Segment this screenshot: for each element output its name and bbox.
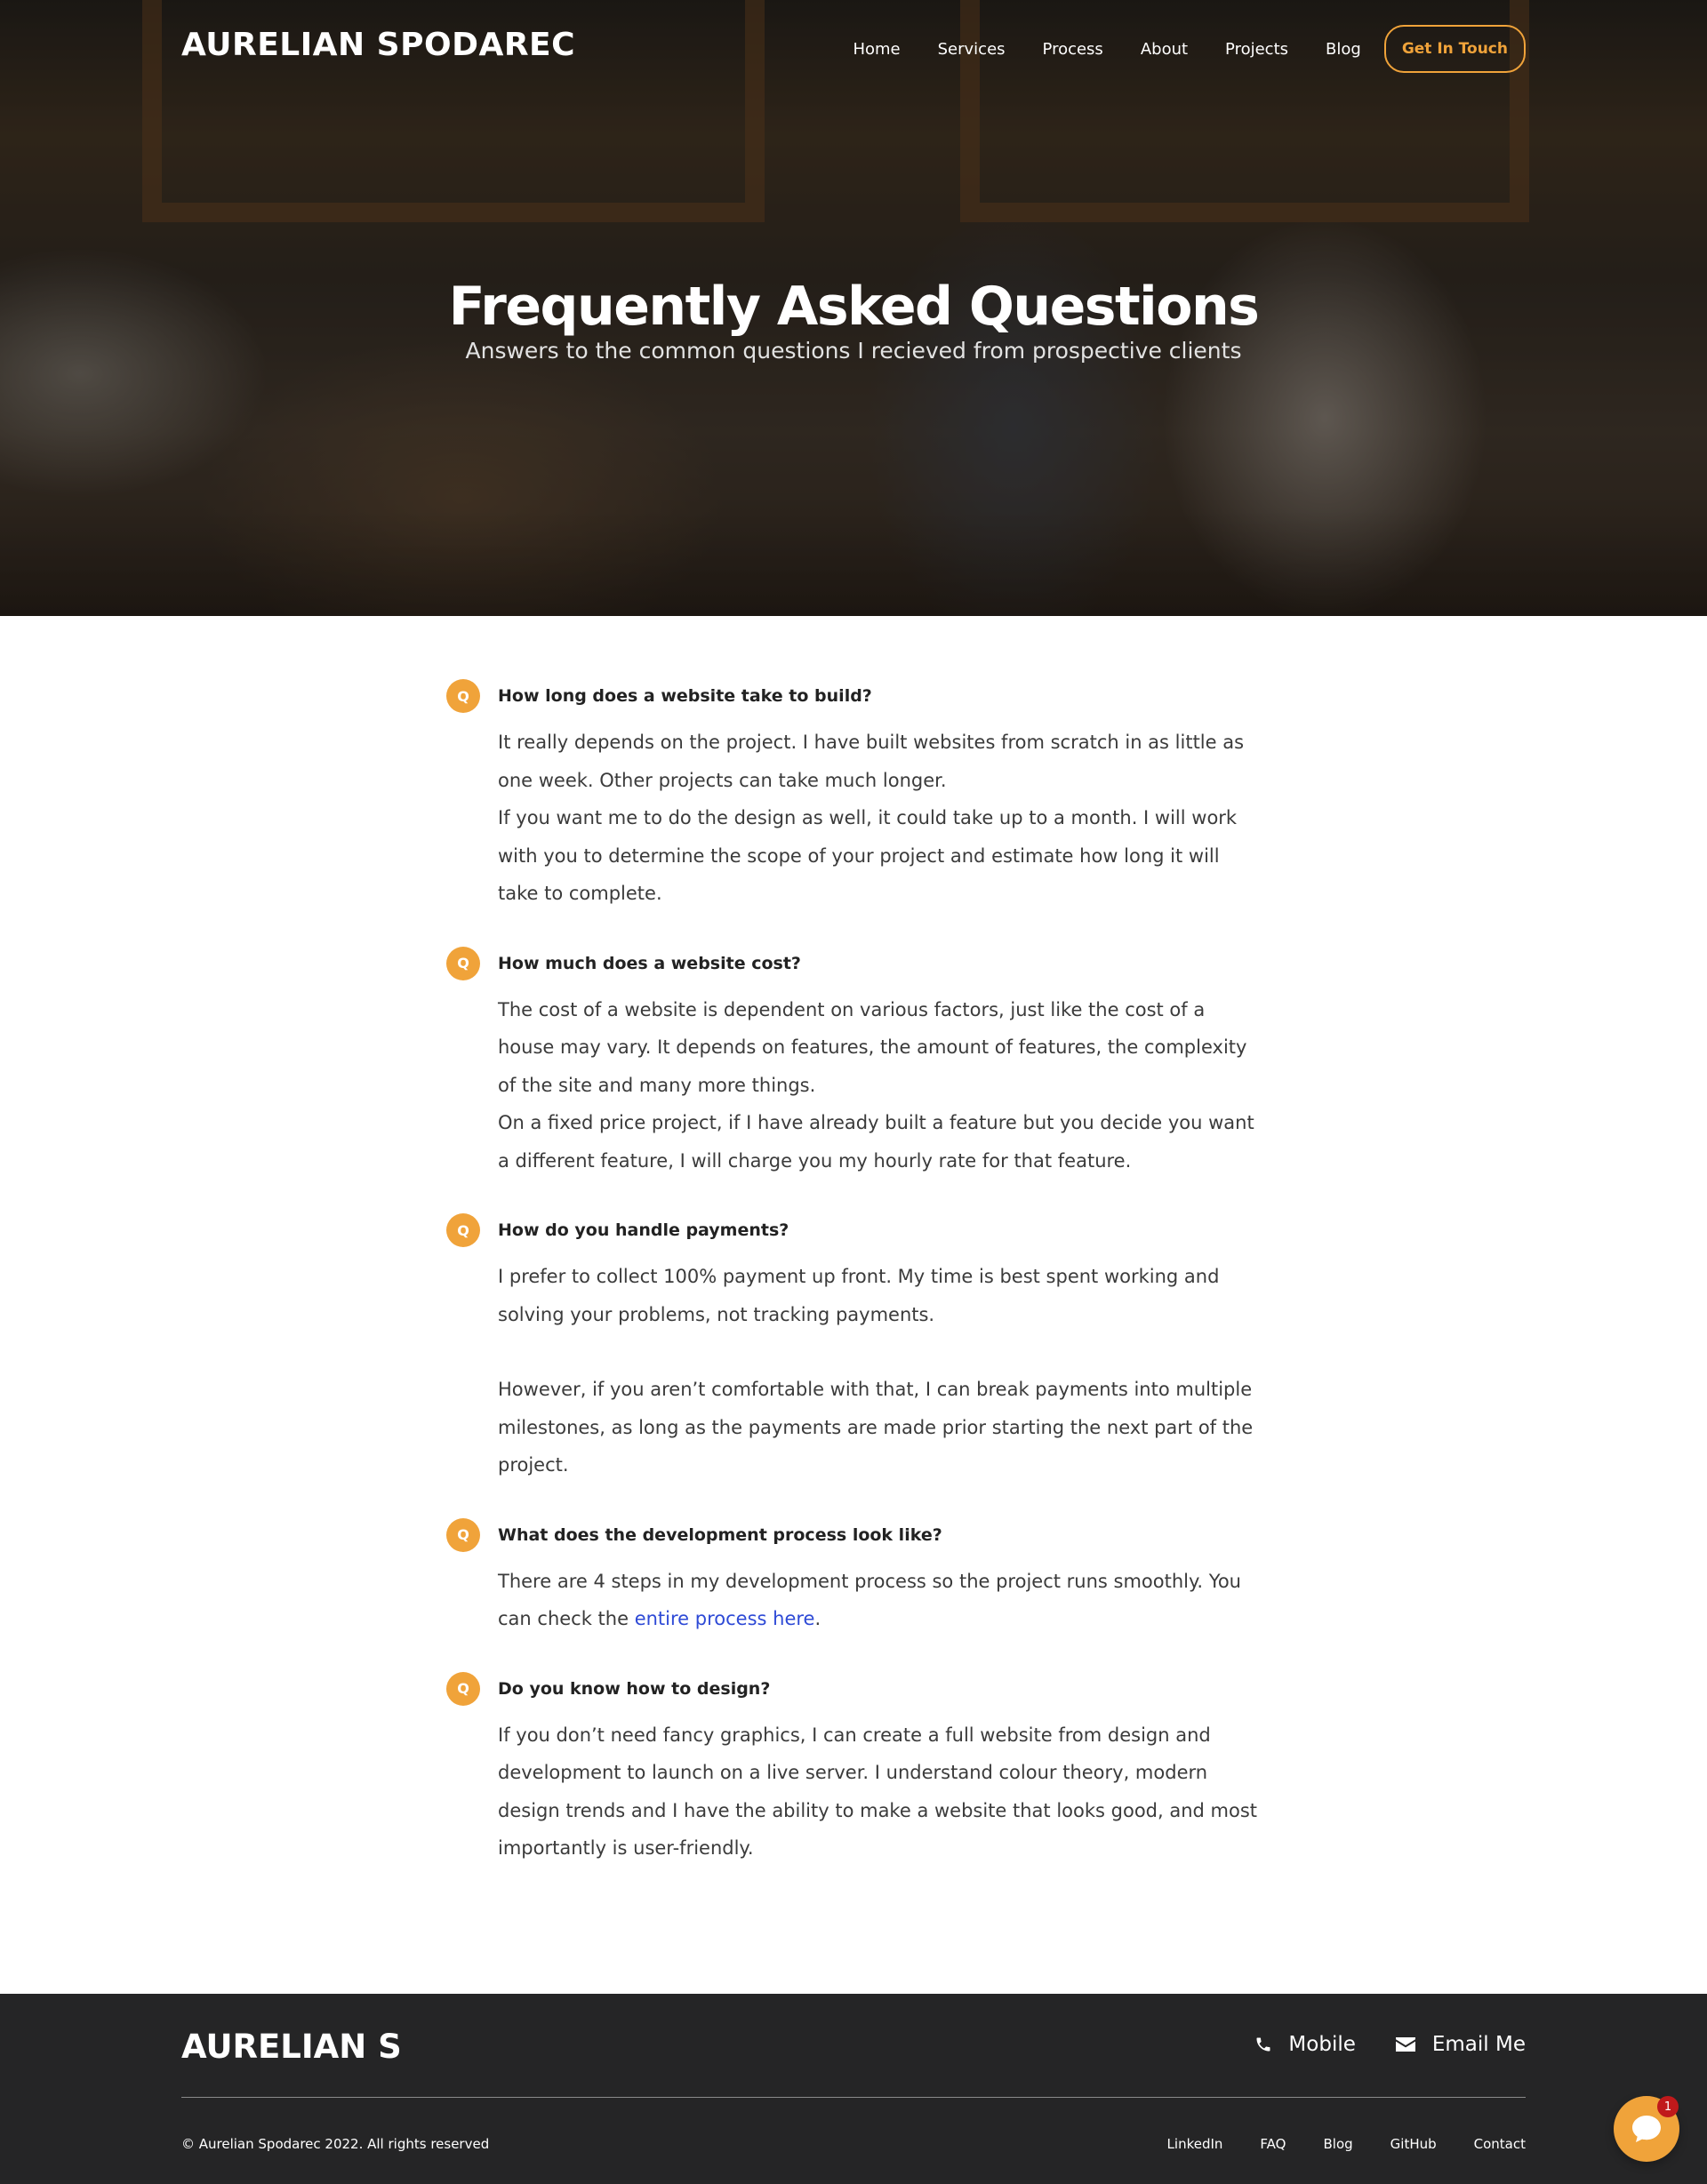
page-subtitle: Answers to the common questions I reciev… (465, 338, 1242, 364)
page-title: Frequently Asked Questions (448, 276, 1260, 338)
footer-link-linkedin[interactable]: LinkedIn (1167, 2136, 1223, 2152)
faq-item: Q Do you know how to design? If you don’… (446, 1671, 1264, 1868)
answer-text: There are 4 steps in my development proc… (498, 1570, 1241, 1630)
answer-paragraph: I prefer to collect 100% payment up fron… (498, 1266, 1220, 1325)
answer-text: . (814, 1608, 821, 1629)
get-in-touch-button[interactable]: Get In Touch (1383, 25, 1526, 73)
question-badge: Q (446, 1517, 480, 1552)
faq-item: Q How long does a website take to build?… (446, 679, 1264, 913)
chat-notification-badge: 1 (1657, 2096, 1679, 2117)
site-header: AURELIAN SPODAREC Home Services Process … (0, 0, 1707, 98)
hero-banner: AURELIAN SPODAREC Home Services Process … (0, 0, 1707, 616)
faq-answer: If you don’t need fancy graphics, I can … (498, 1716, 1264, 1868)
footer-link-contact[interactable]: Contact (1474, 2136, 1526, 2152)
nav-services[interactable]: Services (938, 40, 1006, 59)
answer-paragraph: It really depends on the project. I have… (498, 732, 1245, 791)
chat-bubble-icon (1632, 2116, 1661, 2142)
answer-paragraph: There are 4 steps in my development proc… (498, 1563, 1262, 1638)
phone-icon (1256, 2037, 1270, 2052)
site-footer: AURELIAN S Mobile Email Me © Aurelian Sp… (0, 1994, 1707, 2184)
footer-link-faq[interactable]: FAQ (1260, 2136, 1286, 2152)
answer-paragraph: If you want me to do the design as well,… (498, 807, 1238, 904)
nav-projects[interactable]: Projects (1225, 40, 1288, 59)
answer-paragraph: If you don’t need fancy graphics, I can … (498, 1724, 1258, 1860)
question-badge: Q (446, 946, 480, 980)
hero-bottom-fade (0, 509, 1707, 616)
footer-contact: Mobile Email Me (1215, 2033, 1526, 2056)
faq-answer: I prefer to collect 100% payment up fron… (498, 1258, 1264, 1484)
envelope-icon (1395, 2037, 1415, 2052)
answer-paragraph: The cost of a website is dependent on va… (498, 998, 1247, 1096)
footer-logo[interactable]: AURELIAN S (181, 2028, 402, 2066)
main-nav: Home Services Process About Projects Blo… (853, 25, 1526, 73)
question-badge: Q (446, 679, 480, 713)
footer-link-blog[interactable]: Blog (1323, 2136, 1352, 2152)
nav-blog[interactable]: Blog (1326, 40, 1361, 59)
mobile-link[interactable]: Mobile (1254, 2033, 1356, 2056)
faq-question: How much does a website cost? (498, 953, 801, 973)
site-logo[interactable]: AURELIAN SPODAREC (181, 27, 575, 63)
faq-answer: The cost of a website is dependent on va… (498, 991, 1264, 1180)
nav-process[interactable]: Process (1043, 40, 1103, 59)
faq-list: Q How long does a website take to build?… (446, 679, 1264, 1901)
faq-answer: It really depends on the project. I have… (498, 724, 1264, 913)
nav-home[interactable]: Home (853, 40, 900, 59)
process-link[interactable]: entire process here (635, 1608, 815, 1629)
answer-paragraph: On a fixed price project, if I have alre… (498, 1112, 1254, 1172)
faq-question: What does the development process look l… (498, 1524, 942, 1545)
faq-answer: There are 4 steps in my development proc… (498, 1563, 1264, 1638)
nav-about[interactable]: About (1141, 40, 1188, 59)
email-link[interactable]: Email Me (1395, 2033, 1526, 2056)
faq-item: Q How much does a website cost? The cost… (446, 946, 1264, 1180)
email-label: Email Me (1431, 2033, 1526, 2056)
answer-paragraph: However, if you aren’t comfortable with … (498, 1379, 1254, 1476)
faq-question: How long does a website take to build? (498, 686, 872, 706)
question-badge: Q (446, 1671, 480, 1706)
copyright-text: © Aurelian Spodarec 2022. All rights res… (181, 2136, 490, 2152)
faq-question: Do you know how to design? (498, 1678, 771, 1699)
question-badge: Q (446, 1213, 480, 1247)
footer-link-github[interactable]: GitHub (1390, 2136, 1437, 2152)
faq-item: Q What does the development process look… (446, 1517, 1264, 1638)
mobile-label: Mobile (1288, 2033, 1356, 2056)
footer-links: LinkedIn FAQ Blog GitHub Contact (1130, 2136, 1526, 2152)
footer-divider (181, 2097, 1526, 2098)
faq-question: How do you handle payments? (498, 1220, 789, 1240)
faq-item: Q How do you handle payments? I prefer t… (446, 1213, 1264, 1484)
